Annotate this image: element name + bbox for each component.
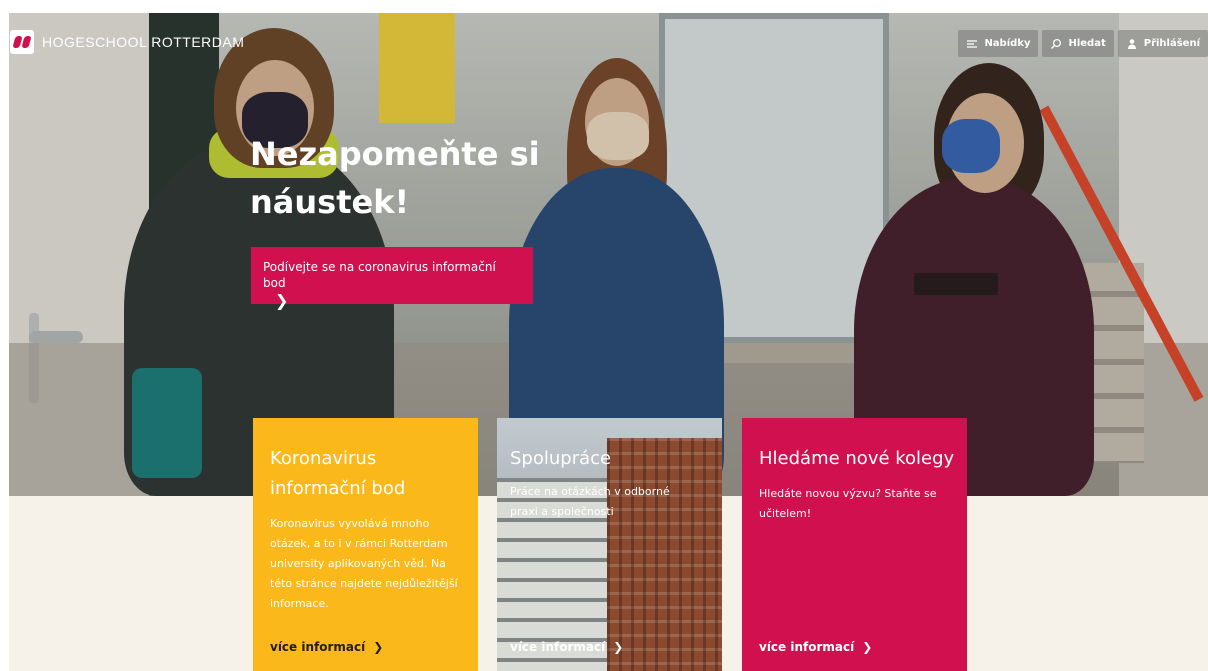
card-title: Spolupráce [510,448,612,469]
site-logo[interactable]: HOGESCHOOL ROTTERDAM [10,30,244,54]
hero-title-line1: Nezapomeňte si [250,135,540,173]
card-description: Koronavirus vyvolává mnoho otázek, a to … [270,517,458,610]
top-navigation: Nabídky Hledat Přihlášení [958,30,1208,57]
coronavirus-info-button[interactable]: Podívejte se na coronavirus informační b… [251,247,533,310]
menu-icon [967,39,978,48]
chevron-right-icon: ❯ [373,640,384,654]
more-info-link[interactable]: více informací ❯ [510,640,623,654]
card-title: Koronavirus informační bod [270,448,406,499]
nav-login-button[interactable]: Přihlášení [1117,30,1208,57]
chevron-right-icon: ❯ [613,640,624,654]
nav-login-label: Přihlášení [1143,38,1200,49]
more-info-link[interactable]: více informací ❯ [270,640,383,654]
logo-icon [10,30,34,54]
nav-search-button[interactable]: Hledat [1042,30,1114,57]
more-info-link[interactable]: více informací ❯ [759,640,872,654]
card-title: Hledáme nové kolegy [759,448,955,469]
nav-search-label: Hledat [1068,38,1106,49]
chevron-right-icon: ❯ [862,640,873,654]
cta-label: Podívejte se na coronavirus informační b… [263,260,496,290]
hero-title: Nezapomeňte si náustek! [250,130,540,226]
card-description: Hledáte novou výzvu? Staňte se učitelem! [759,487,937,520]
card-new-colleagues[interactable]: Hledáme nové kolegy Hledáte novou výzvu?… [742,418,967,671]
user-icon [1127,38,1136,49]
chevron-right-icon: ❯ [275,291,289,310]
logo-text: HOGESCHOOL ROTTERDAM [42,34,245,50]
more-info-label: více informací [510,640,606,654]
building-image-tower [607,438,722,671]
more-info-label: více informací [759,640,855,654]
nav-offers-button[interactable]: Nabídky [958,30,1039,57]
hero-title-line2: náustek! [250,183,410,221]
card-coronavirus[interactable]: Koronavirus informační bod Koronavirus v… [253,418,478,671]
nav-offers-label: Nabídky [984,38,1031,49]
search-icon [1051,38,1062,49]
card-cooperation[interactable]: Spolupráce Práce na otázkách v odborné p… [497,418,722,671]
more-info-label: více informací [270,640,366,654]
card-description: Práce na otázkách v odborné praxi a spol… [510,485,670,518]
page: HOGESCHOOL ROTTERDAM Nabídky Hledat Přih… [0,0,1208,671]
